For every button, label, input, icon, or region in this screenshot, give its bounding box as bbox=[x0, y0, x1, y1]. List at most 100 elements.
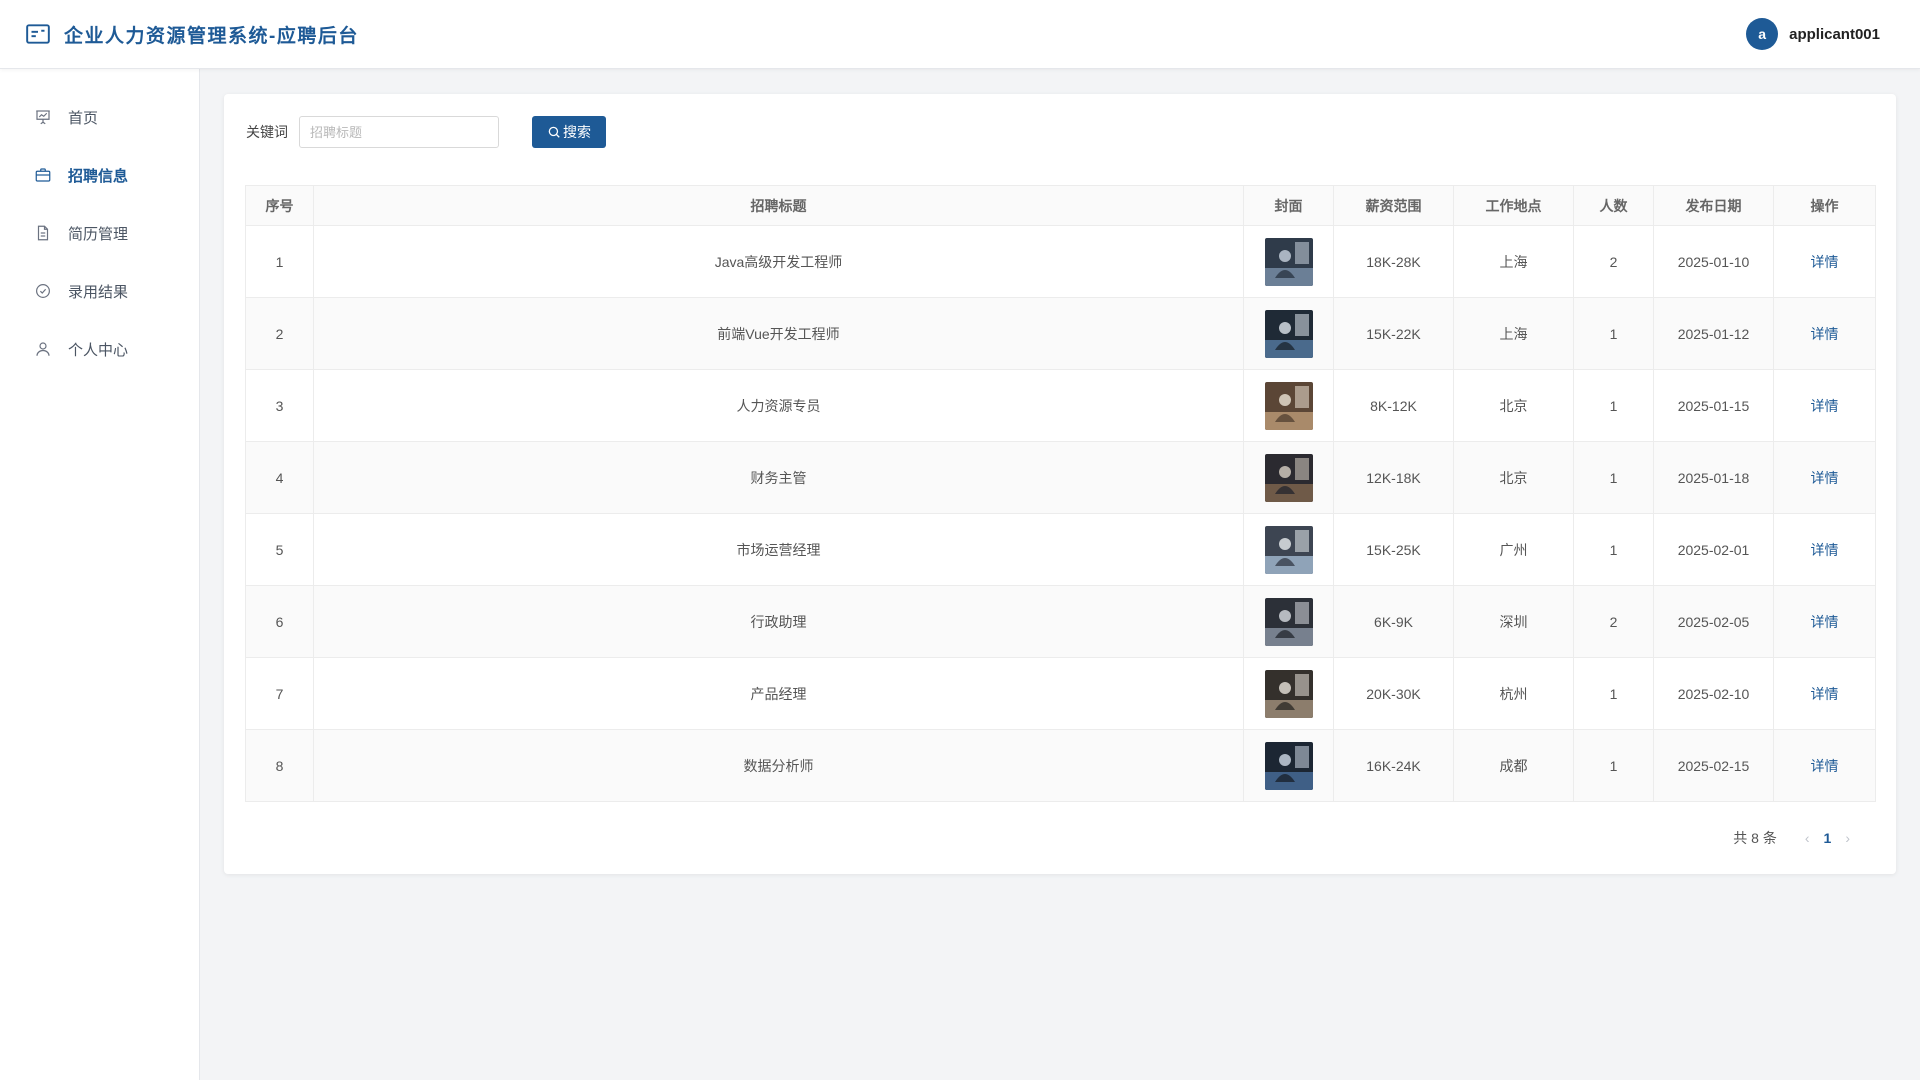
main-card: 关键词 搜索 序号 招聘标题 封面 薪资范围 工作地点 人数 发布日期 操作 bbox=[224, 94, 1896, 874]
user-menu[interactable]: a applicant001 bbox=[1746, 18, 1880, 50]
page-number[interactable]: 1 bbox=[1824, 830, 1832, 846]
row-count: 1 bbox=[1573, 441, 1654, 514]
column-header: 封面 bbox=[1243, 185, 1334, 226]
row-salary: 18K-28K bbox=[1333, 225, 1454, 298]
detail-link[interactable]: 详情 bbox=[1811, 758, 1839, 774]
cover-image[interactable] bbox=[1264, 669, 1313, 718]
row-title: 前端Vue开发工程师 bbox=[313, 297, 1244, 370]
row-location: 深圳 bbox=[1453, 585, 1574, 658]
row-cover bbox=[1243, 657, 1334, 730]
recruitment-table: 序号 招聘标题 封面 薪资范围 工作地点 人数 发布日期 操作 1 Java高级… bbox=[245, 185, 1876, 802]
search-button[interactable]: 搜索 bbox=[532, 116, 606, 148]
sidebar: 首页 招聘信息 简历管理 录用结果 个人中心 bbox=[0, 69, 200, 1080]
row-salary: 20K-30K bbox=[1333, 657, 1454, 730]
table-row: 2 前端Vue开发工程师 15K-22K 上海 1 2025-01-12 详情 bbox=[245, 297, 1876, 370]
row-cover bbox=[1243, 441, 1334, 514]
row-action: 详情 bbox=[1773, 585, 1876, 658]
sidebar-item-home[interactable]: 首页 bbox=[0, 88, 199, 146]
avatar[interactable]: a bbox=[1746, 18, 1779, 50]
sidebar-item-recruitment[interactable]: 招聘信息 bbox=[0, 146, 199, 204]
sidebar-item-profile[interactable]: 个人中心 bbox=[0, 320, 199, 378]
row-date: 2025-02-10 bbox=[1653, 657, 1774, 730]
row-index: 7 bbox=[245, 657, 314, 730]
keyword-label: 关键词 bbox=[246, 124, 288, 140]
row-action: 详情 bbox=[1773, 729, 1876, 802]
row-index: 8 bbox=[245, 729, 314, 802]
row-title: Java高级开发工程师 bbox=[313, 225, 1244, 298]
row-index: 5 bbox=[245, 513, 314, 586]
row-count: 2 bbox=[1573, 225, 1654, 298]
row-date: 2025-02-15 bbox=[1653, 729, 1774, 802]
row-count: 1 bbox=[1573, 297, 1654, 370]
detail-link[interactable]: 详情 bbox=[1811, 326, 1839, 342]
column-header: 薪资范围 bbox=[1333, 185, 1454, 226]
row-location: 北京 bbox=[1453, 369, 1574, 442]
next-page-icon[interactable]: › bbox=[1845, 830, 1850, 846]
row-count: 1 bbox=[1573, 729, 1654, 802]
table-row: 7 产品经理 20K-30K 杭州 1 2025-02-10 详情 bbox=[245, 657, 1876, 730]
row-date: 2025-01-15 bbox=[1653, 369, 1774, 442]
row-action: 详情 bbox=[1773, 657, 1876, 730]
row-count: 2 bbox=[1573, 585, 1654, 658]
sidebar-item-label: 个人中心 bbox=[68, 341, 129, 359]
row-action: 详情 bbox=[1773, 369, 1876, 442]
sidebar-item-resume[interactable]: 简历管理 bbox=[0, 204, 199, 262]
column-header: 工作地点 bbox=[1453, 185, 1574, 226]
row-salary: 16K-24K bbox=[1333, 729, 1454, 802]
row-cover bbox=[1243, 369, 1334, 442]
search-input[interactable] bbox=[299, 116, 499, 148]
row-location: 杭州 bbox=[1453, 657, 1574, 730]
row-count: 1 bbox=[1573, 513, 1654, 586]
row-date: 2025-01-12 bbox=[1653, 297, 1774, 370]
row-title: 市场运营经理 bbox=[313, 513, 1244, 586]
document-icon bbox=[37, 225, 49, 241]
detail-link[interactable]: 详情 bbox=[1811, 470, 1839, 486]
row-cover bbox=[1243, 297, 1334, 370]
table-row: 5 市场运营经理 15K-25K 广州 1 2025-02-01 详情 bbox=[245, 513, 1876, 586]
column-header: 操作 bbox=[1773, 185, 1876, 226]
table-header-row: 序号 招聘标题 封面 薪资范围 工作地点 人数 发布日期 操作 bbox=[245, 185, 1876, 226]
sidebar-item-results[interactable]: 录用结果 bbox=[0, 262, 199, 320]
row-action: 详情 bbox=[1773, 513, 1876, 586]
row-cover bbox=[1243, 729, 1334, 802]
search-button-label: 搜索 bbox=[563, 124, 591, 140]
row-date: 2025-02-01 bbox=[1653, 513, 1774, 586]
detail-link[interactable]: 详情 bbox=[1811, 614, 1839, 630]
detail-link[interactable]: 详情 bbox=[1811, 254, 1839, 270]
id-card-icon bbox=[26, 24, 50, 44]
table-row: 4 财务主管 12K-18K 北京 1 2025-01-18 详情 bbox=[245, 441, 1876, 514]
search-icon bbox=[548, 126, 560, 138]
row-location: 上海 bbox=[1453, 297, 1574, 370]
row-index: 6 bbox=[245, 585, 314, 658]
app-title: 企业人力资源管理系统-应聘后台 bbox=[64, 25, 359, 47]
row-count: 1 bbox=[1573, 657, 1654, 730]
briefcase-icon bbox=[35, 168, 51, 182]
row-action: 详情 bbox=[1773, 441, 1876, 514]
check-circle-icon bbox=[36, 284, 50, 298]
row-location: 成都 bbox=[1453, 729, 1574, 802]
cover-image[interactable] bbox=[1264, 453, 1313, 502]
row-action: 详情 bbox=[1773, 297, 1876, 370]
row-salary: 8K-12K bbox=[1333, 369, 1454, 442]
row-index: 4 bbox=[245, 441, 314, 514]
brand: 企业人力资源管理系统-应聘后台 bbox=[25, 21, 359, 48]
cover-image[interactable] bbox=[1264, 525, 1313, 574]
cover-image[interactable] bbox=[1264, 597, 1313, 646]
presentation-icon bbox=[36, 110, 50, 125]
cover-image[interactable] bbox=[1264, 741, 1313, 790]
row-index: 1 bbox=[245, 225, 314, 298]
detail-link[interactable]: 详情 bbox=[1811, 398, 1839, 414]
prev-page-icon[interactable]: ‹ bbox=[1805, 830, 1810, 846]
username[interactable]: applicant001 bbox=[1789, 26, 1880, 43]
table-row: 1 Java高级开发工程师 18K-28K 上海 2 2025-01-10 详情 bbox=[245, 225, 1876, 298]
user-icon bbox=[36, 342, 50, 356]
row-date: 2025-02-05 bbox=[1653, 585, 1774, 658]
table-row: 3 人力资源专员 8K-12K 北京 1 2025-01-15 详情 bbox=[245, 369, 1876, 442]
detail-link[interactable]: 详情 bbox=[1811, 686, 1839, 702]
cover-image[interactable] bbox=[1264, 309, 1313, 358]
detail-link[interactable]: 详情 bbox=[1811, 542, 1839, 558]
table-row: 6 行政助理 6K-9K 深圳 2 2025-02-05 详情 bbox=[245, 585, 1876, 658]
cover-image[interactable] bbox=[1264, 237, 1313, 286]
cover-image[interactable] bbox=[1264, 381, 1313, 430]
row-index: 2 bbox=[245, 297, 314, 370]
